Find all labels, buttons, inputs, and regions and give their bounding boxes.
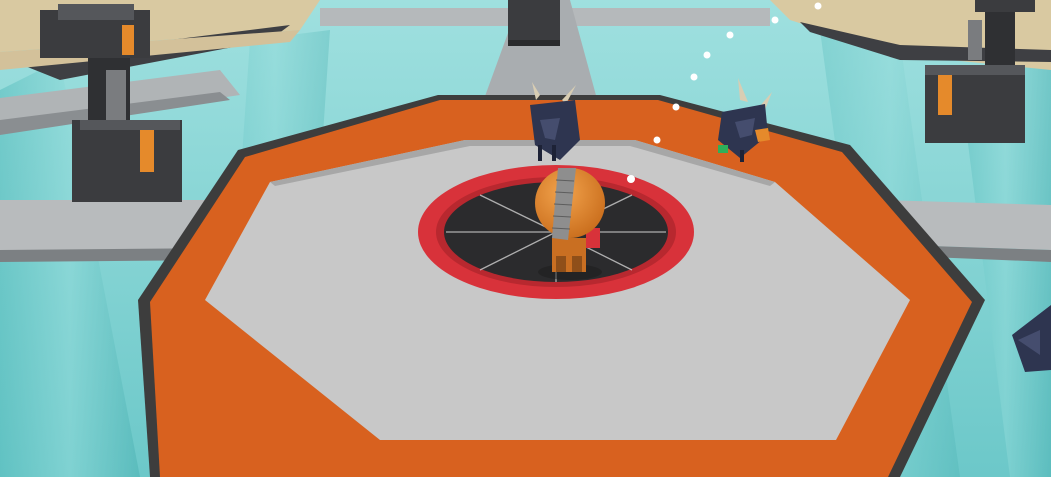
turret-right[interactable] — [925, 65, 1025, 143]
game-scene-canvas[interactable] — [0, 0, 1051, 477]
turret-bottom-left[interactable] — [72, 120, 182, 202]
turret-top-center[interactable] — [508, 0, 560, 46]
game-viewport[interactable] — [0, 0, 1051, 477]
